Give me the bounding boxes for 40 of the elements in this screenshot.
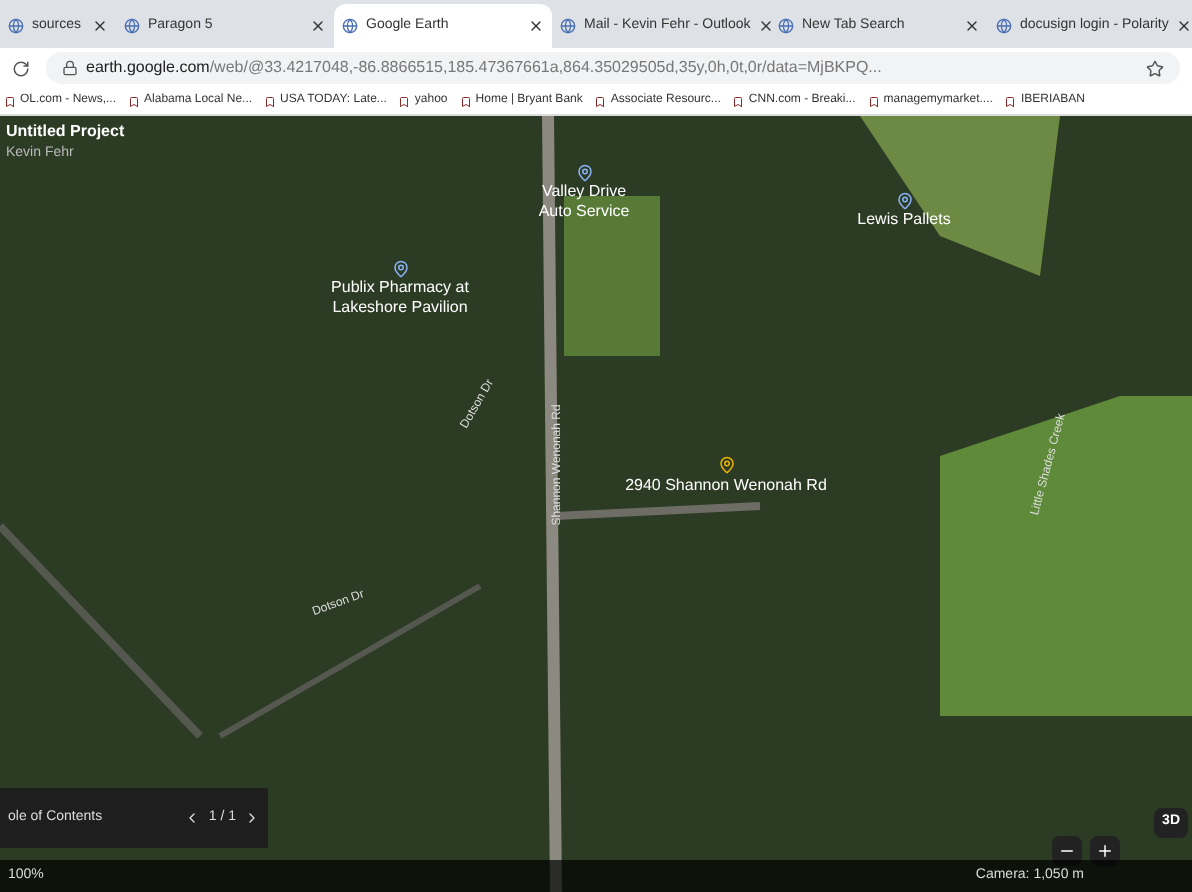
tab-favicon-icon [342, 18, 358, 34]
tab-favicon-icon [560, 18, 576, 34]
address-bar[interactable]: earth.google.com/web/@33.4217048,-86.8866515,185.47367661a,864.35029505d,35y,0h,0t,0r/data=MjBKPQ... [46, 52, 1180, 84]
bookmark-icon [398, 95, 411, 107]
bookmark-star-icon[interactable] [1146, 59, 1164, 77]
zoom-out-button[interactable] [1052, 836, 1082, 866]
url-text: earth.google.com/web/@33.4217048,-86.8866515,185.47367661a,864.35029505d,35y,0h,0t,0r/data=MjBKPQ... [86, 56, 882, 80]
close-tab-icon[interactable] [310, 18, 326, 34]
lock-icon [62, 60, 78, 76]
place-label: 2940 Shannon Wenonah Rd [625, 474, 827, 498]
bookmark-icon [732, 95, 745, 107]
project-title[interactable]: Untitled Project [6, 120, 125, 144]
reload-icon[interactable] [12, 59, 30, 77]
plus-icon [1096, 842, 1114, 860]
tab-favicon-icon [8, 18, 24, 34]
close-tab-icon[interactable] [92, 18, 108, 34]
zoom-in-button[interactable] [1090, 836, 1120, 866]
map-pin-icon[interactable] [895, 192, 913, 210]
tab-favicon-icon [124, 18, 140, 34]
bookmark-icon [4, 95, 16, 107]
map-pin-icon[interactable] [575, 164, 593, 182]
bookmark-icon [459, 95, 472, 107]
close-tab-icon[interactable] [1176, 18, 1192, 34]
place-label: Lewis Pallets [857, 210, 951, 230]
satellite-map[interactable] [0, 116, 1192, 892]
map-pin-icon[interactable] [717, 456, 735, 474]
bookmark-icon [128, 95, 141, 107]
tab-favicon-icon [996, 18, 1012, 34]
bookmark-icon [867, 95, 880, 107]
next-icon[interactable] [244, 810, 260, 826]
close-tab-icon[interactable] [964, 18, 980, 34]
close-tab-icon[interactable] [758, 18, 775, 34]
map-pin-icon[interactable] [391, 260, 409, 278]
close-tab-icon[interactable] [528, 18, 544, 34]
place-label: Valley Drive Auto Service [536, 182, 632, 222]
bookmark-icon [594, 95, 607, 107]
bookmark-icon [264, 95, 277, 107]
place-label: Publix Pharmacy at Lakeshore Pavilion [329, 278, 471, 318]
tab-favicon-icon [778, 18, 794, 34]
bookmark-icon [1004, 95, 1017, 107]
